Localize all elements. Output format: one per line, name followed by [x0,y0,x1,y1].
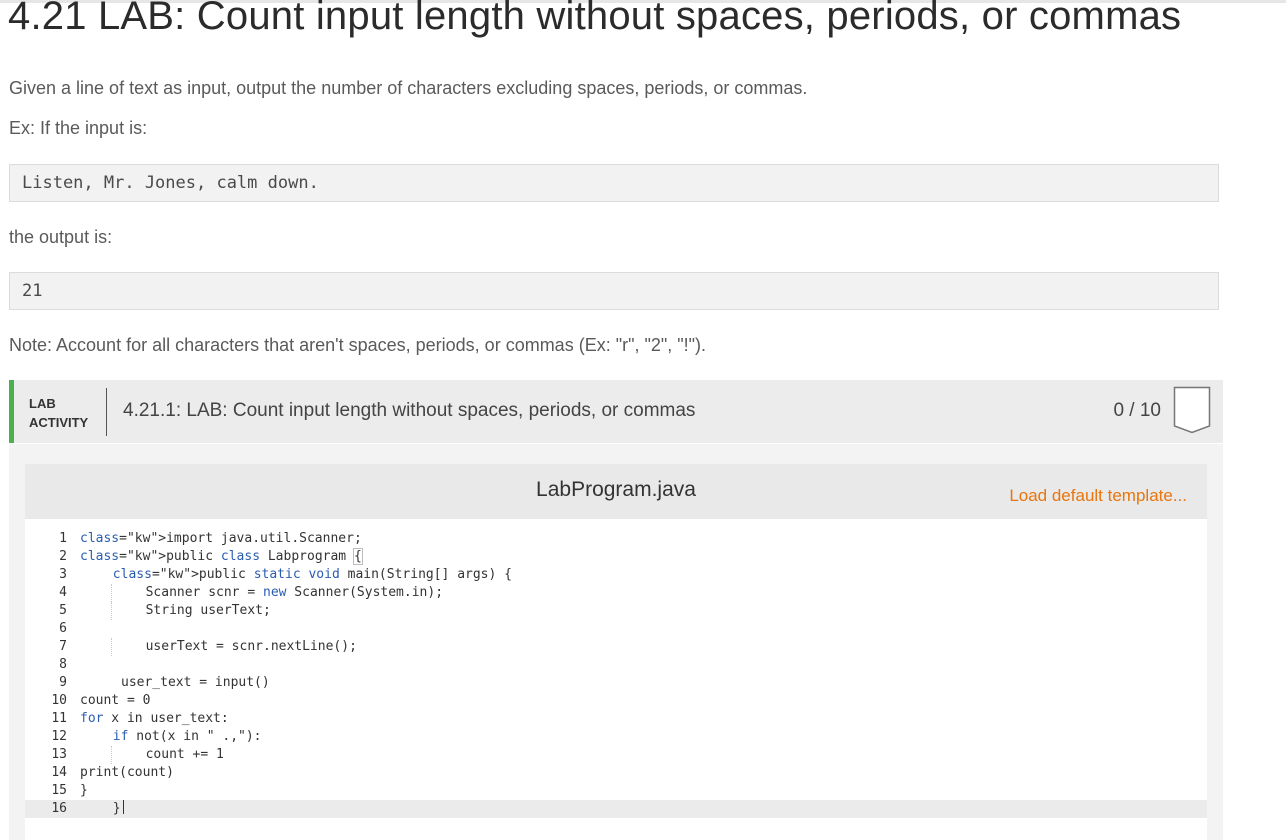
code-text: } [80,783,88,798]
code-text: print(count) [80,765,174,780]
example-output-box: 21 [9,272,1219,310]
line-number: 14 [51,765,67,780]
output-intro: the output is: [9,227,113,247]
code-line[interactable]: 3 class="kw">public static void main(Stri… [25,566,1207,584]
line-number: 13 [51,747,67,762]
code-line[interactable]: 14 print(count) [25,764,1207,782]
code-line[interactable]: 6 [25,620,1207,638]
line-number: 5 [59,603,67,618]
lab-header-divider [106,388,107,436]
lab-badge-line1: LAB [29,396,56,411]
indent-guide [110,584,112,602]
code-line[interactable]: 12 if not(x in " .,"): [25,728,1207,746]
line-number: 16 [51,801,67,816]
code-line[interactable]: 2 class="kw">public class Labprogram { [25,548,1207,566]
line-number: 2 [59,549,67,564]
code-text: user_text = input() [121,675,270,690]
lab-activity-badge: LAB ACTIVITY [29,394,99,432]
code-text: count += 1 [145,747,224,762]
code-text: class="kw">public class Labprogram { [80,548,363,565]
indent-guide [110,602,112,620]
code-text: if not(x in " .,"): [112,729,262,744]
code-line[interactable]: 1 class="kw">import java.util.Scanner; [25,530,1207,548]
code-text: userText = scnr.nextLine(); [145,639,357,654]
example-intro: Ex: If the input is: [9,118,148,138]
line-number: 12 [51,729,67,744]
lab-activity-header: LAB ACTIVITY 4.21.1: LAB: Count input le… [9,380,1223,443]
code-text: } [113,800,124,818]
page-title: 4.21 LAB: Count input length without spa… [8,0,1182,38]
indent-guide [110,638,112,656]
line-number: 4 [59,585,67,600]
lab-activity-title: 4.21.1: LAB: Count input length without … [123,400,696,421]
example-input-text: Listen, Mr. Jones, calm down. [22,173,319,193]
code-text: class="kw">import java.util.Scanner; [80,531,362,546]
code-text: String userText; [145,603,271,618]
line-number: 6 [59,621,67,636]
example-input-box: Listen, Mr. Jones, calm down. [9,164,1219,202]
lab-score: 0 / 10 [1113,400,1161,421]
code-line[interactable]: 13 count += 1 [25,746,1207,764]
shield-icon [1173,386,1211,434]
code-line[interactable]: 15} [25,782,1207,800]
load-default-template-link[interactable]: Load default template... [1009,486,1187,506]
line-number: 9 [59,675,67,690]
line-number: 10 [51,693,67,708]
text-cursor [122,800,124,814]
code-text: for x in user_text: [80,711,229,726]
lab-editor-panel: LabProgram.java Load default template...… [9,444,1223,840]
code-line[interactable]: 11 for x in user_text: [25,710,1207,728]
line-number: 1 [59,531,67,546]
lab-badge-line2: ACTIVITY [29,415,89,430]
problem-description: Given a line of text as input, output th… [9,78,808,98]
code-text: Scanner scnr = new Scanner(System.in); [145,585,444,600]
line-number: 11 [51,711,67,726]
code-text: count = 0 [80,693,151,708]
code-text: class="kw">public static void main(Strin… [112,567,512,582]
code-line[interactable]: 7 userText = scnr.nextLine(); [25,638,1207,656]
code-line[interactable]: 5 String userText; [25,602,1207,620]
code-editor: LabProgram.java Load default template...… [25,464,1207,840]
line-number: 15 [51,783,67,798]
line-number: 7 [59,639,67,654]
example-output-text: 21 [22,281,43,301]
code-line[interactable]: 4 Scanner scnr = new Scanner(System.in); [25,584,1207,602]
code-line[interactable]: 10 count = 0 [25,692,1207,710]
indent-guide [110,746,112,764]
note-text: Note: Account for all characters that ar… [9,335,707,355]
code-area[interactable]: 1 class="kw">import java.util.Scanner; 2 cl… [25,530,1207,840]
code-line[interactable]: 9 user_text = input() [25,674,1207,692]
line-number: 8 [59,657,67,672]
editor-header: LabProgram.java Load default template... [25,464,1207,519]
code-line[interactable]: 16} [25,800,1207,818]
line-number: 3 [59,567,67,582]
code-line[interactable]: 8 [25,656,1207,674]
